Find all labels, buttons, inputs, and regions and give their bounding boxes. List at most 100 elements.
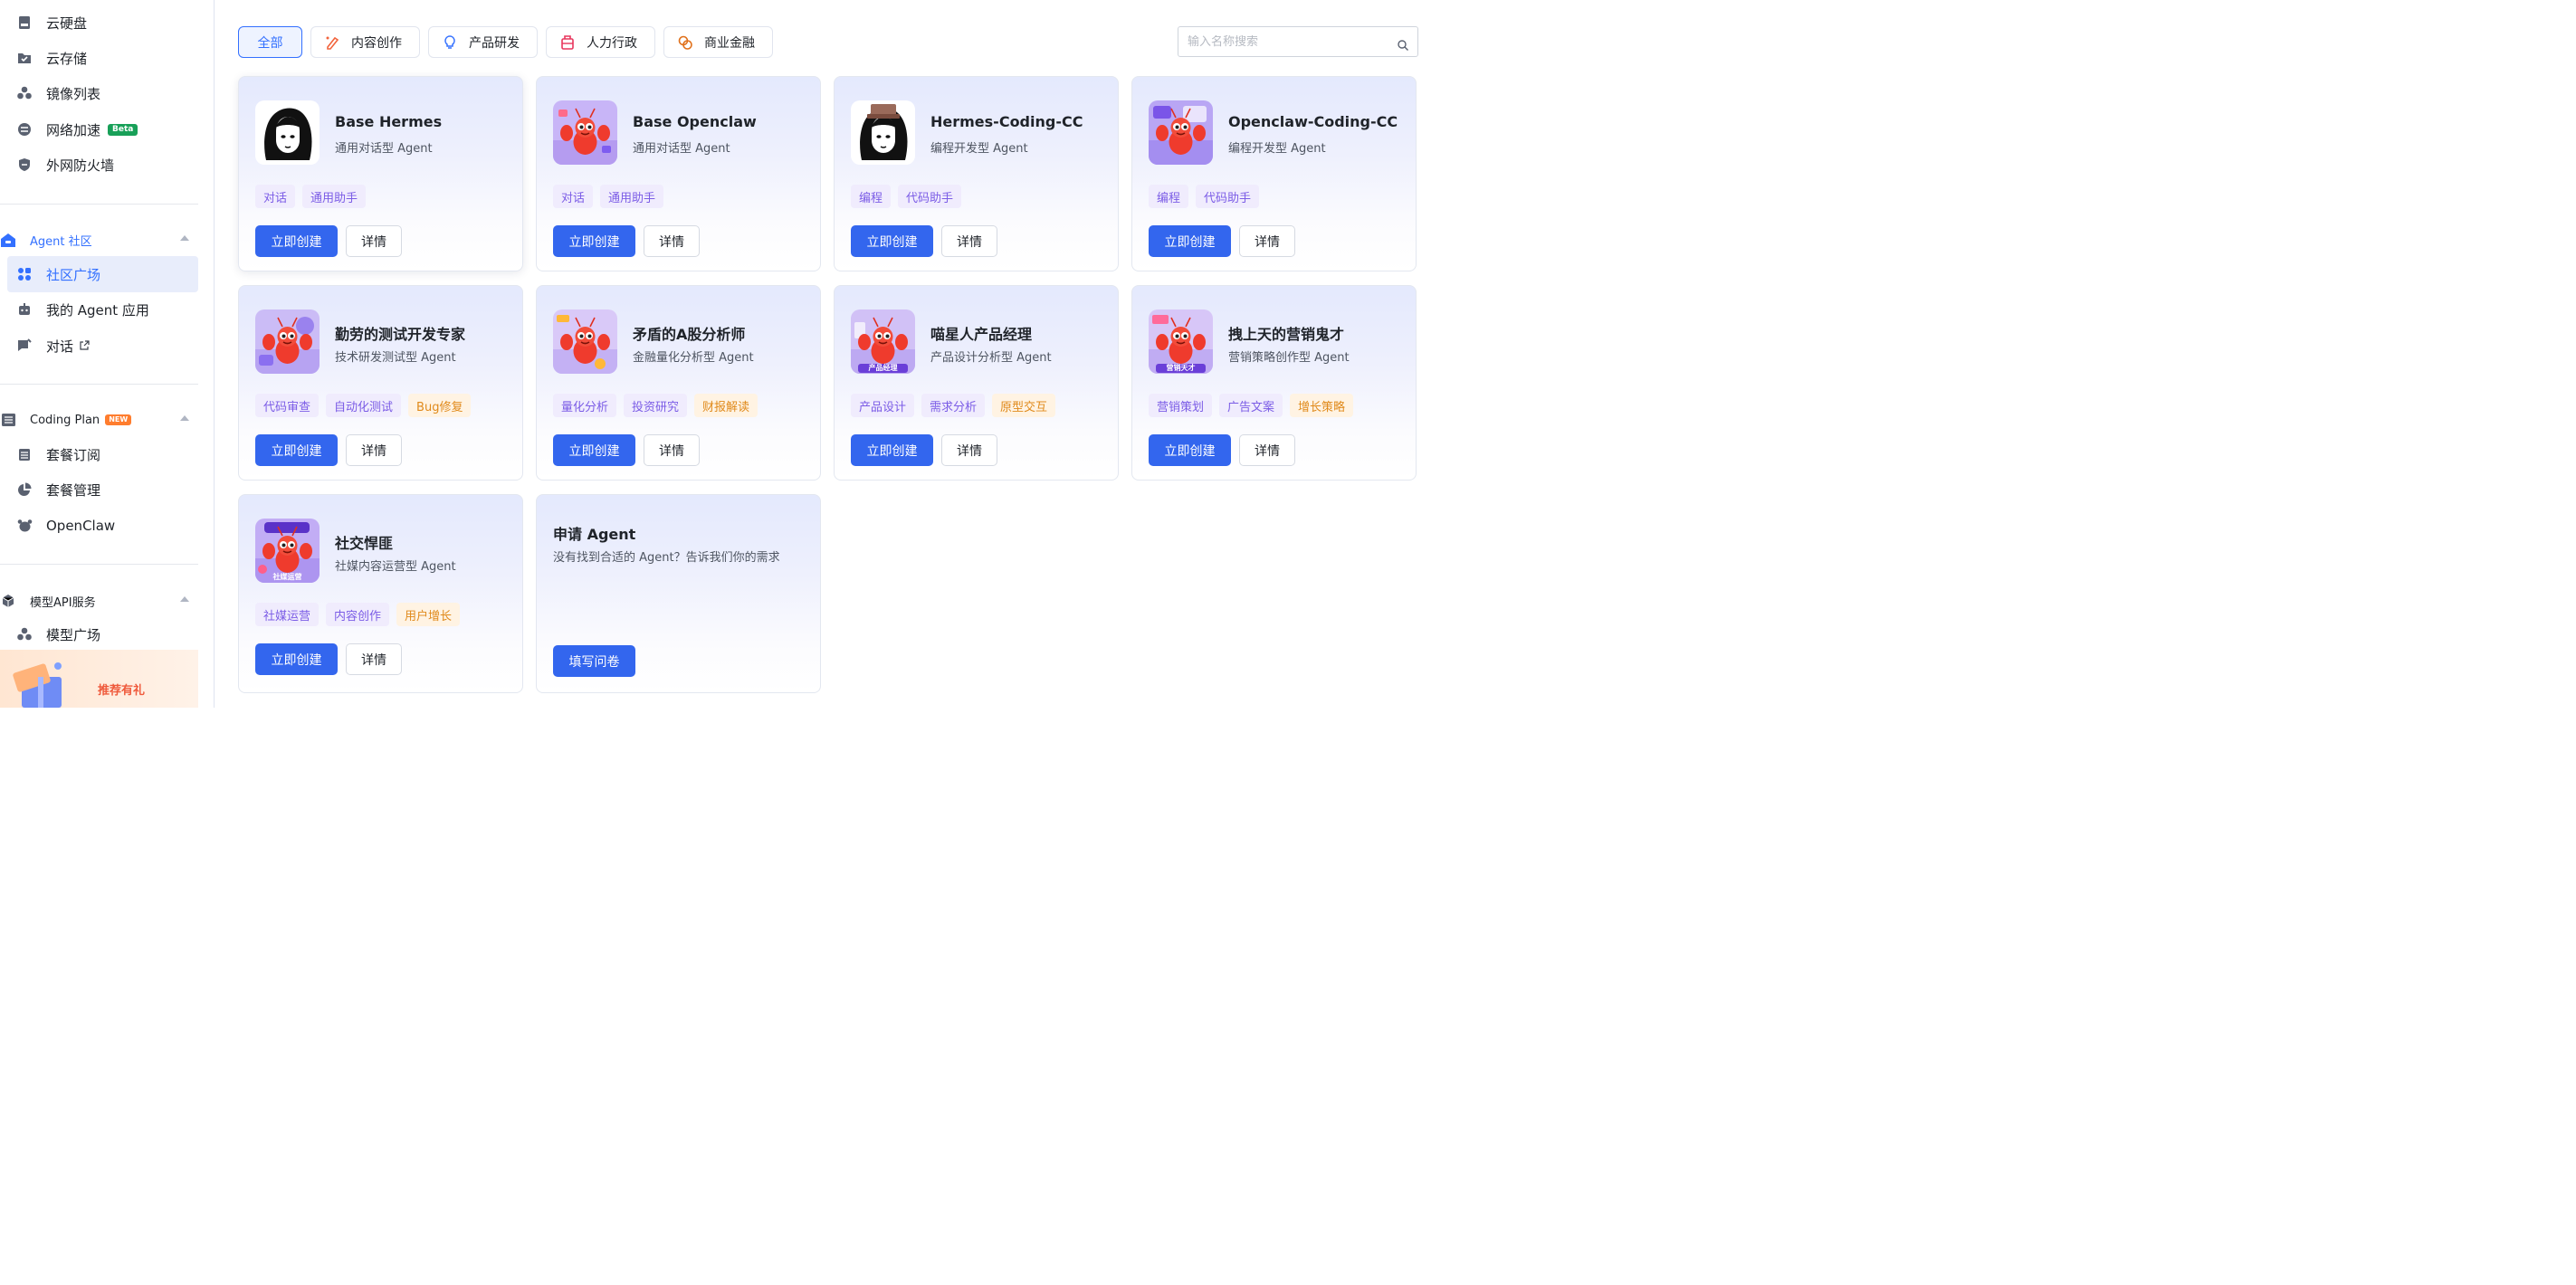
filter-business-finance[interactable]: 商业金融 <box>663 26 773 58</box>
agent-tag: 对话 <box>553 185 594 208</box>
sidebar-item-label: 套餐订阅 <box>46 446 101 463</box>
filter-content-creation[interactable]: 内容创作 <box>310 26 420 58</box>
chat-icon <box>16 338 33 354</box>
collapse-caret-icon[interactable] <box>180 415 189 421</box>
sidebar-item-network-accel[interactable]: 网络加速 Beta <box>7 111 198 148</box>
referral-promo-banner[interactable]: 推荐有礼 <box>0 650 198 708</box>
agent-type: 编程开发型 Agent <box>1228 142 1326 156</box>
group-title: Agent 社区 <box>30 234 92 249</box>
agent-tag: 增长策略 <box>1290 394 1354 417</box>
apply-subtitle: 没有找到合适的 Agent？告诉我们你的需求 <box>553 551 780 565</box>
sidebar-item-cloud-storage[interactable]: 云存储 <box>7 40 198 76</box>
list-icon <box>0 412 16 428</box>
cube-icon <box>0 593 16 609</box>
details-button[interactable]: 详情 <box>644 434 700 466</box>
group-coding-plan[interactable]: Coding Plan NEW <box>0 407 199 433</box>
agent-card[interactable]: 营销天才 拽上天的营销鬼才 营销策略创作型 Agent 营销策划 广告文案 增长策略 立即创… <box>1131 285 1417 481</box>
sidebar-item-chat[interactable]: 对话 <box>7 328 198 364</box>
create-now-button[interactable]: 立即创建 <box>851 434 933 466</box>
new-badge: NEW <box>105 414 132 425</box>
filter-label: 内容创作 <box>351 35 402 51</box>
agent-tags: 代码审查 自动化测试 Bug修复 <box>255 394 472 417</box>
sidebar-item-label: 模型广场 <box>46 626 101 643</box>
agent-tag: 对话 <box>255 185 296 208</box>
agent-card[interactable]: Base Hermes 通用对话型 Agent 对话 通用助手 立即创建 详情 <box>238 76 523 271</box>
agent-avatar: 社媒运营 <box>255 519 320 583</box>
collapse-caret-icon[interactable] <box>180 235 189 241</box>
sidebar-divider <box>0 204 198 205</box>
search-box[interactable] <box>1178 26 1418 57</box>
agent-card[interactable]: Hermes-Coding-CC 编程开发型 Agent 编程 代码助手 立即创建 详情 <box>834 76 1119 271</box>
agent-avatar <box>553 100 617 165</box>
agent-card[interactable]: 勤劳的测试开发专家 技术研发测试型 Agent 代码审查 自动化测试 Bug修复 立即创建… <box>238 285 523 481</box>
agent-avatar <box>553 309 617 374</box>
fill-survey-button[interactable]: 填写问卷 <box>553 645 635 677</box>
sidebar-item-community-square[interactable]: 社区广场 <box>7 256 198 292</box>
sidebar-item-plan-manage[interactable]: 套餐管理 <box>7 471 198 508</box>
collapse-caret-icon[interactable] <box>180 596 189 602</box>
filter-label: 人力行政 <box>587 35 637 51</box>
create-now-button[interactable]: 立即创建 <box>255 225 338 257</box>
group-model-api[interactable]: 模型API服务 <box>0 588 199 614</box>
folder-icon <box>16 50 33 66</box>
disk-icon <box>16 14 33 31</box>
sidebar-item-model-square[interactable]: 模型广场 <box>7 616 198 652</box>
calendar-icon <box>16 446 33 462</box>
agent-tags: 社媒运营 内容创作 用户增长 <box>255 603 461 626</box>
agent-card[interactable]: Openclaw-Coding-CC 编程开发型 Agent 编程 代码助手 立即创建详… <box>1131 76 1417 271</box>
agent-tag: 营销策划 <box>1149 394 1213 417</box>
create-now-button[interactable]: 立即创建 <box>255 643 338 675</box>
agent-type: 产品设计分析型 Agent <box>930 351 1052 365</box>
avatar-caption: 营销天才 <box>1166 364 1196 372</box>
agent-tag: 代码审查 <box>255 394 320 417</box>
gift-icon <box>13 662 62 708</box>
create-now-button[interactable]: 立即创建 <box>1149 225 1231 257</box>
agent-card[interactable]: Base Openclaw 通用对话型 Agent 对话 通用助手 立即创建 详情 <box>536 76 821 271</box>
sidebar-item-image-list[interactable]: 镜像列表 <box>7 75 198 111</box>
agent-card[interactable]: 产品经理 喵星人产品经理 产品设计分析型 Agent 产品设计 需求分析 原型交互 立即创建… <box>834 285 1119 481</box>
sidebar-item-plan-subscribe[interactable]: 套餐订阅 <box>7 436 198 472</box>
sidebar-item-my-agent-apps[interactable]: 我的 Agent 应用 <box>7 291 198 328</box>
sidebar-item-firewall[interactable]: 外网防火墙 <box>7 147 198 183</box>
agent-tags: 对话 通用助手 <box>553 185 664 208</box>
filter-label: 商业金融 <box>704 35 755 51</box>
sidebar: 云硬盘 云存储 镜像列表 网络加速 Beta 外网防火墙 Agent 社区 社区… <box>0 0 215 708</box>
robot-icon <box>16 301 33 318</box>
sidebar-item-label: 套餐管理 <box>46 481 101 499</box>
filter-product-rd[interactable]: 产品研发 <box>428 26 538 58</box>
agent-tag: 通用助手 <box>302 185 367 208</box>
create-now-button[interactable]: 立即创建 <box>553 225 635 257</box>
details-button[interactable]: 详情 <box>1239 225 1295 257</box>
group-agent-community[interactable]: Agent 社区 <box>0 227 199 252</box>
agent-tag: 编程 <box>1149 185 1189 208</box>
details-button[interactable]: 详情 <box>941 434 997 466</box>
details-button[interactable]: 详情 <box>346 434 402 466</box>
details-button[interactable]: 详情 <box>941 225 997 257</box>
group-title: 模型API服务 <box>30 595 96 610</box>
details-button[interactable]: 详情 <box>346 643 402 675</box>
agent-name: Base Hermes <box>335 113 443 130</box>
search-icon[interactable] <box>1398 37 1408 54</box>
search-input[interactable] <box>1188 34 1387 49</box>
agent-avatar <box>851 100 915 165</box>
agent-tags: 编程 代码助手 <box>1149 185 1260 208</box>
agent-card[interactable]: 矛盾的A股分析师 金融量化分析型 Agent 量化分析 投资研究 财报解读 立即创建 详情 <box>536 285 821 481</box>
agent-tag: 自动化测试 <box>326 394 402 417</box>
create-now-button[interactable]: 立即创建 <box>1149 434 1231 466</box>
sidebar-item-openclaw[interactable]: OpenClaw <box>7 508 198 544</box>
filter-all[interactable]: 全部 <box>238 26 302 58</box>
create-now-button[interactable]: 立即创建 <box>255 434 338 466</box>
agent-card[interactable]: 社媒运营 社交悍匪 社媒内容运营型 Agent 社媒运营 内容创作 用户增长 立即创建 详情 <box>238 494 523 693</box>
beta-badge: Beta <box>108 123 138 136</box>
agent-avatar <box>255 309 320 374</box>
details-button[interactable]: 详情 <box>1239 434 1295 466</box>
details-button[interactable]: 详情 <box>644 225 700 257</box>
create-now-button[interactable]: 立即创建 <box>553 434 635 466</box>
agent-tags: 营销策划 广告文案 增长策略 <box>1149 394 1354 417</box>
sidebar-item-cloud-disk[interactable]: 云硬盘 <box>7 5 198 41</box>
cubes-icon <box>16 626 33 642</box>
create-now-button[interactable]: 立即创建 <box>851 225 933 257</box>
filter-label: 产品研发 <box>469 35 520 51</box>
filter-hr-admin[interactable]: 人力行政 <box>546 26 655 58</box>
details-button[interactable]: 详情 <box>346 225 402 257</box>
